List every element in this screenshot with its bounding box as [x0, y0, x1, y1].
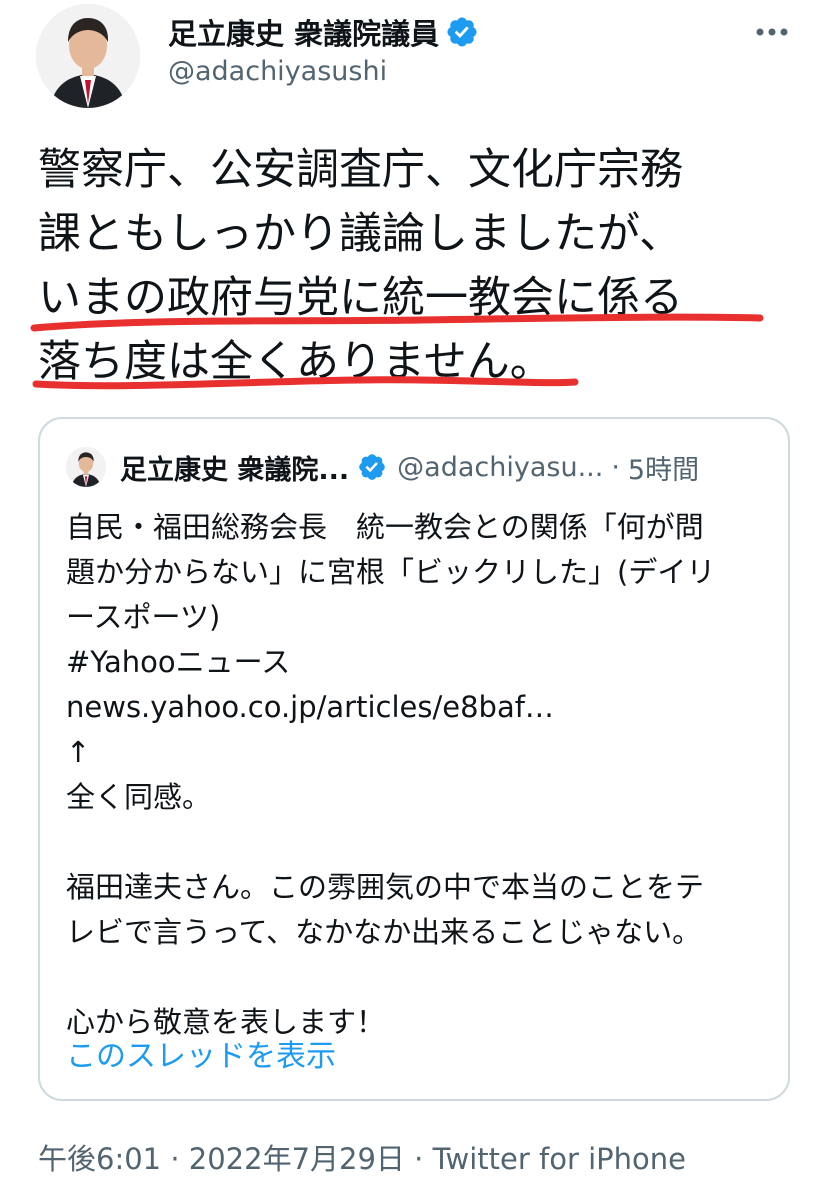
quoted-line: ↑ [66, 735, 91, 769]
tweet-meta: 午後6:01 · 2022年7月29日 · Twitter for iPhone [38, 1136, 686, 1178]
tweet-text: 警察庁、公安調査庁、文化庁宗務 課ともしっかり議論しましたが、 いまの政府与党に… [38, 138, 798, 394]
tweet-line: いまの政府与党に統一教会に係る [38, 273, 683, 323]
avatar[interactable] [36, 4, 140, 108]
tweet-line: 落ち度は全くありません。 [38, 337, 553, 387]
quoted-display-name: 足立康史 衆議院... [120, 454, 350, 486]
quoted-line: 自民・福田総務会長 統一教会との関係「何が問 [66, 510, 704, 544]
quoted-line: レビで言うって、なかなか出来ることじゃない。 [66, 915, 702, 949]
quoted-tweet-card[interactable]: 足立康史 衆議院... @adachiyasu... · 5時間 自民・福田総務… [38, 417, 790, 1101]
quoted-line: 題か分からない」に宮根「ビックリした」(デイリ [66, 555, 716, 589]
quoted-line: ースポーツ) [66, 600, 221, 634]
show-thread-link[interactable]: このスレッドを表示 [66, 1031, 336, 1075]
display-name-row: 足立康史 衆議院議員 [168, 12, 479, 52]
article-link[interactable]: news.yahoo.co.jp/articles/e8baf… [66, 685, 776, 730]
tweet-header: 足立康史 衆議院議員 @adachiyasushi [0, 0, 828, 120]
quoted-separator: · [611, 451, 620, 483]
tweet-date[interactable]: 2022年7月29日 [189, 1142, 405, 1176]
quoted-handle: @adachiyasu... [397, 451, 604, 483]
meta-separator: · [404, 1142, 433, 1176]
quoted-line: 全く同感。 [66, 780, 212, 814]
tweet-line: 課ともしっかり議論しましたが、 [38, 209, 683, 259]
verified-badge-icon [359, 454, 385, 480]
quoted-tweet-header: 足立康史 衆議院... @adachiyasu... · 5時間 [66, 447, 766, 487]
tweet-time[interactable]: 午後6:01 [38, 1142, 161, 1176]
display-name[interactable]: 足立康史 衆議院議員 [168, 11, 439, 53]
meta-separator: · [161, 1142, 189, 1176]
handle[interactable]: @adachiyasushi [168, 56, 387, 87]
quoted-line: 福田達夫さん。この雰囲気の中で本当のことをテ [66, 870, 705, 904]
tweet-source[interactable]: Twitter for iPhone [433, 1142, 686, 1176]
quoted-tweet-body: 自民・福田総務会長 統一教会との関係「何が問 題か分からない」に宮根「ビックリし… [66, 505, 776, 1045]
avatar-photo-icon [66, 447, 106, 487]
quoted-avatar [66, 447, 106, 487]
quoted-timestamp[interactable]: 5時間 [628, 448, 699, 487]
tweet-line: 警察庁、公安調査庁、文化庁宗務 [38, 145, 683, 195]
verified-badge-icon [447, 17, 477, 47]
more-dots-icon[interactable] [750, 14, 794, 50]
hashtag-link[interactable]: #Yahooニュース [66, 640, 776, 685]
avatar-photo-icon [36, 4, 140, 108]
